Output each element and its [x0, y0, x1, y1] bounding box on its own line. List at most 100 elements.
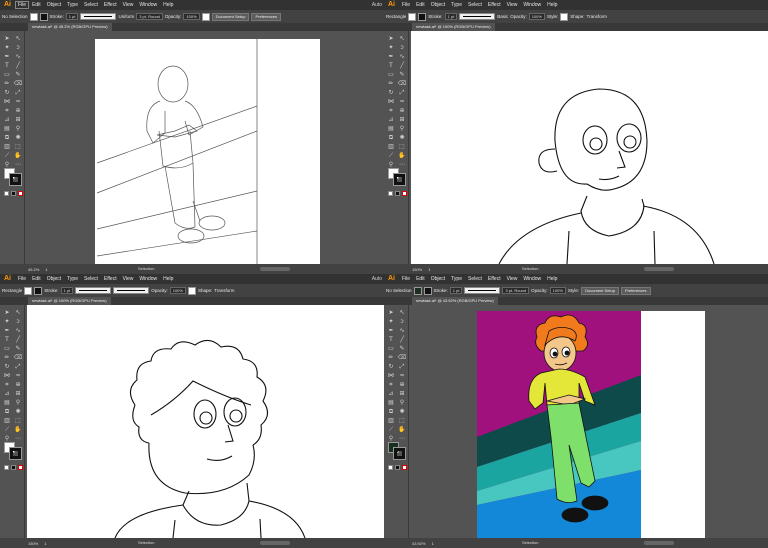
free-transform-icon[interactable]: ⌗ [386, 107, 396, 115]
menu-effect[interactable]: Effect [485, 274, 504, 284]
hand-icon[interactable]: ✋ [13, 426, 23, 434]
variable-width-profile[interactable] [80, 13, 117, 20]
canvas-area[interactable] [409, 31, 768, 264]
rectangle-icon[interactable]: ▭ [2, 345, 12, 353]
canvas-area[interactable] [409, 305, 768, 538]
menu-object[interactable]: Object [44, 0, 64, 10]
preferences-button[interactable]: Preferences [620, 286, 651, 295]
eyedropper-icon[interactable]: ⚲ [397, 399, 407, 407]
warp-icon[interactable]: ≈ [13, 98, 23, 106]
zoom-field[interactable]: 45.2% [28, 267, 39, 272]
eyedropper-icon[interactable]: ⚲ [13, 399, 23, 407]
paintbrush-icon[interactable]: ✎ [397, 71, 407, 79]
shape-builder-icon[interactable]: ⊕ [13, 107, 23, 115]
artboard-number[interactable]: 1 [44, 541, 46, 546]
horizontal-scrollbar[interactable] [260, 541, 290, 545]
stroke-color[interactable] [393, 447, 406, 460]
menu-object[interactable]: Object [428, 0, 448, 10]
mesh-icon[interactable]: ⊞ [397, 116, 407, 124]
variable-width-profile[interactable] [75, 287, 112, 294]
width-icon[interactable]: ⋈ [2, 372, 12, 380]
variable-width-profile[interactable] [459, 13, 496, 20]
paintbrush-icon[interactable]: ✎ [13, 345, 23, 353]
menu-object[interactable]: Object [44, 274, 64, 284]
fill-swatch[interactable] [413, 286, 422, 295]
eraser-icon[interactable]: ⌫ [397, 354, 407, 362]
horizontal-scrollbar[interactable] [260, 267, 290, 271]
artboard-number[interactable]: 1 [428, 267, 430, 272]
rotate-icon[interactable]: ↻ [386, 89, 396, 97]
mesh-icon[interactable]: ⊞ [13, 116, 23, 124]
stroke-swatch[interactable] [418, 12, 427, 21]
zoom-field[interactable]: 43.92% [412, 541, 426, 546]
zoom-field[interactable]: 150% [412, 267, 422, 272]
paintbrush-icon[interactable]: ✎ [13, 71, 23, 79]
canvas-area[interactable] [25, 305, 384, 538]
arrow-icon[interactable]: ➤ [2, 309, 12, 317]
pencil-icon[interactable]: ✏ [386, 80, 396, 88]
shape-builder-icon[interactable]: ⊕ [397, 107, 407, 115]
fill-swatch[interactable] [24, 286, 33, 295]
menu-type[interactable]: Type [448, 0, 465, 10]
style-swatch[interactable] [187, 286, 196, 295]
eyedropper-icon[interactable]: ⚲ [13, 125, 23, 133]
none-color-icon[interactable] [402, 191, 407, 196]
color-mode-icon[interactable] [11, 191, 16, 196]
menu-file[interactable]: File [15, 1, 30, 9]
type-icon[interactable]: T [386, 336, 396, 344]
none-color-icon[interactable] [402, 465, 407, 470]
menu-edit[interactable]: Edit [29, 0, 44, 10]
fill-swatch[interactable] [29, 12, 38, 21]
slice-icon[interactable]: ⟋ [2, 152, 12, 160]
menu-select[interactable]: Select [81, 0, 101, 10]
magic-wand-icon[interactable]: ✦ [2, 318, 12, 326]
workspace-switcher[interactable]: Auto [372, 0, 382, 10]
curvature-icon[interactable]: ∿ [13, 53, 23, 61]
line-icon[interactable]: ╱ [13, 336, 23, 344]
width-icon[interactable]: ⋈ [386, 372, 396, 380]
blend-icon[interactable]: ⧉ [386, 134, 396, 142]
menu-help[interactable]: Help [544, 274, 560, 284]
menu-view[interactable]: View [120, 0, 137, 10]
stroke-weight-field[interactable]: 1 pt [60, 287, 74, 294]
rotate-icon[interactable]: ↻ [2, 363, 12, 371]
document-tab[interactable]: newtask.ai* @ 43.92% (RGB/GPU Preview) [412, 297, 498, 305]
menu-help[interactable]: Help [160, 0, 176, 10]
default-colors-icon[interactable] [4, 191, 9, 196]
direct-select-icon[interactable]: ↖ [397, 35, 407, 43]
document-setup-button[interactable]: Document Setup [211, 12, 250, 21]
color-mode-icon[interactable] [395, 465, 400, 470]
default-colors-icon[interactable] [388, 191, 393, 196]
symbol-sprayer-icon[interactable]: ✺ [13, 134, 23, 142]
rectangle-icon[interactable]: ▭ [386, 345, 396, 353]
brush-definition[interactable]: 3 pt. Round [502, 287, 530, 294]
menu-effect[interactable]: Effect [101, 274, 120, 284]
lasso-icon[interactable]: ↄ [13, 44, 23, 52]
menu-window[interactable]: Window [136, 274, 160, 284]
menu-window[interactable]: Window [520, 0, 544, 10]
document-tab[interactable]: newtask.ai* @ 45.2% (RGB/GPU Preview) [28, 23, 112, 31]
menu-effect[interactable]: Effect [485, 0, 504, 10]
stroke-swatch[interactable] [423, 286, 432, 295]
eraser-icon[interactable]: ⌫ [397, 80, 407, 88]
menu-window[interactable]: Window [520, 274, 544, 284]
fill-stroke-widget[interactable] [388, 442, 406, 460]
menu-type[interactable]: Type [64, 274, 81, 284]
transform-label[interactable]: Transform [214, 288, 234, 293]
symbol-sprayer-icon[interactable]: ✺ [397, 134, 407, 142]
menu-edit[interactable]: Edit [413, 274, 428, 284]
stroke-swatch[interactable] [34, 286, 43, 295]
style-swatch[interactable] [560, 12, 569, 21]
menu-help[interactable]: Help [160, 274, 176, 284]
default-colors-icon[interactable] [388, 465, 393, 470]
shape-label[interactable]: Shape: [198, 288, 212, 293]
brush-definition[interactable]: 3 pt. Round [136, 13, 163, 20]
hand-icon[interactable]: ✋ [397, 426, 407, 434]
curvature-icon[interactable]: ∿ [397, 53, 407, 61]
rectangle-icon[interactable]: ▭ [2, 71, 12, 79]
color-mode-icon[interactable] [11, 465, 16, 470]
hand-icon[interactable]: ✋ [13, 152, 23, 160]
stroke-weight-field[interactable]: 1 pt [444, 13, 458, 20]
artboard-icon[interactable]: ⬚ [13, 417, 23, 425]
color-mode-icon[interactable] [395, 191, 400, 196]
